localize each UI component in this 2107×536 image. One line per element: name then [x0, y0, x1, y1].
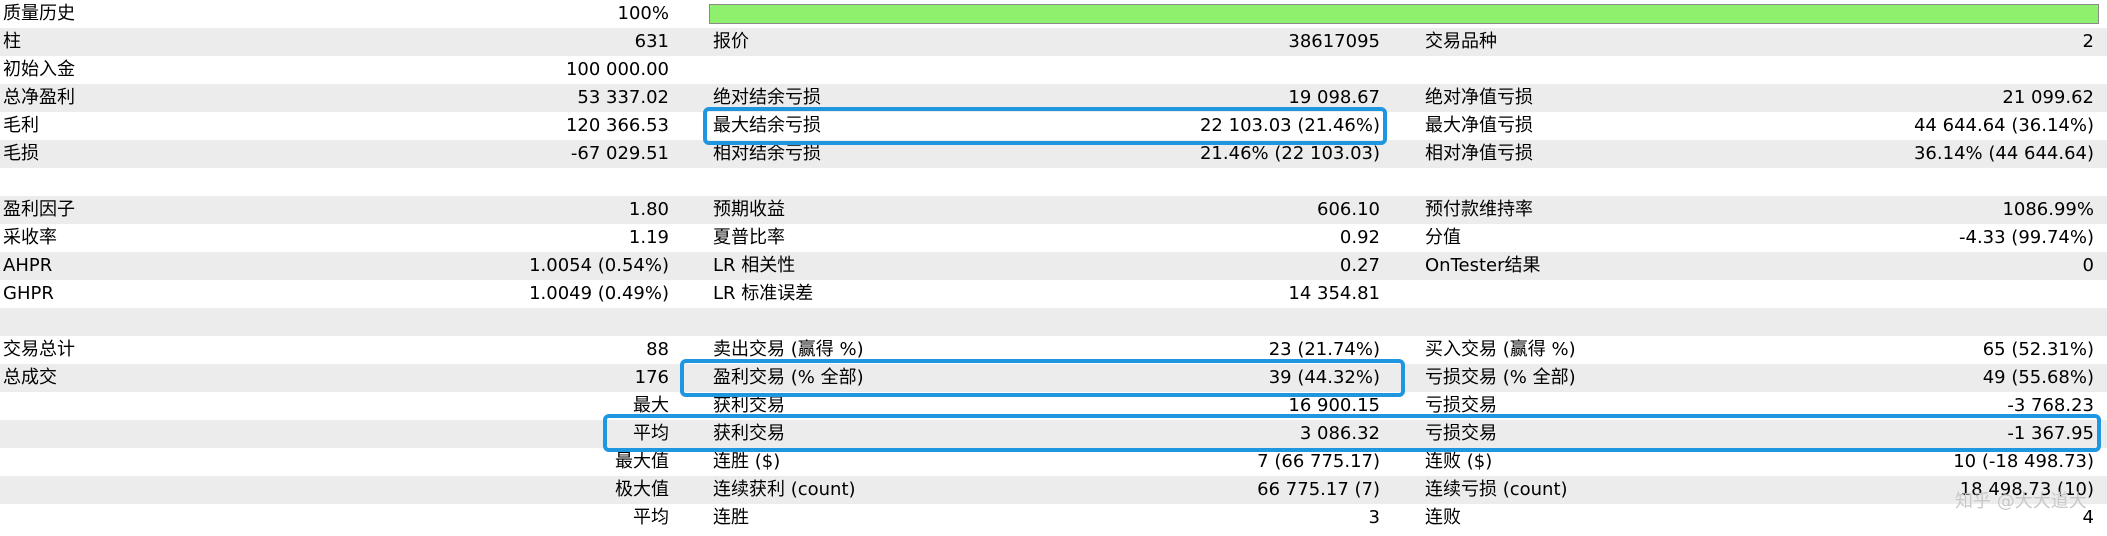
row-profit-factor: 盈利因子 1.80 预期收益 606.10 预付款维持率 1086.99% [0, 196, 2107, 224]
quality-progress-bar [709, 4, 2099, 24]
lr-std-error-label: LR 标准误差 [713, 283, 814, 304]
row-recovery-factor: 采收率 1.19 夏普比率 0.92 分值 -4.33 (99.74%) [0, 224, 2107, 252]
sharpe-ratio-label: 夏普比率 [713, 227, 785, 248]
average-consecutive-wins-label: 连胜 [713, 507, 749, 528]
row-gross-profit: 毛利 120 366.53 最大结余亏损 22 103.03 (21.46%) … [0, 112, 2107, 140]
net-profit-label: 总净盈利 [3, 87, 75, 108]
largest-profit-trade-value: 16 900.15 [1288, 395, 1380, 416]
lr-correlation-value: 0.27 [1339, 255, 1380, 276]
profit-factor-label: 盈利因子 [3, 199, 75, 220]
sharpe-ratio-value: 0.92 [1339, 227, 1380, 248]
maximal-consecutive-profit-value: 66 775.17 (7) [1257, 479, 1380, 500]
initial-deposit-label: 初始入金 [3, 59, 75, 80]
largest-label: 最大 [633, 395, 669, 416]
max-consecutive-wins-value: 7 (66 775.17) [1257, 451, 1380, 472]
watermark: 知乎 @大大道大 [1955, 491, 2087, 512]
gross-loss-value: -67 029.51 [570, 143, 669, 164]
ahpr-label: AHPR [3, 255, 53, 276]
balance-drawdown-rel-label: 相对结余亏损 [713, 143, 821, 164]
row-spacer [0, 168, 2107, 196]
bars-label: 柱 [3, 31, 21, 52]
gross-profit-value: 120 366.53 [565, 115, 669, 136]
loss-trades-value: 49 (55.68%) [1982, 367, 2094, 388]
row-net-profit: 总净盈利 53 337.02 绝对结余亏损 19 098.67 绝对净值亏损 2… [0, 84, 2107, 112]
row-bars: 柱 631 报价 38617095 交易品种 2 [0, 28, 2107, 56]
long-trades-value: 65 (52.31%) [1982, 339, 2094, 360]
balance-drawdown-rel-value: 21.46% (22 103.03) [1199, 143, 1380, 164]
total-deals-label: 总成交 [3, 367, 57, 388]
lr-correlation-label: LR 相关性 [713, 255, 796, 276]
average-profit-trade-value: 3 086.32 [1299, 423, 1380, 444]
average-consecutive-label: 平均 [633, 507, 669, 528]
gross-loss-label: 毛损 [3, 143, 39, 164]
total-deals-value: 176 [634, 367, 669, 388]
row-maximum: 最大值 连胜 ($) 7 (66 775.17) 连败 ($) 10 (-18 … [0, 448, 2107, 476]
row-total-trades: 交易总计 88 卖出交易 (赢得 %) 23 (21.74%) 买入交易 (赢得… [0, 336, 2107, 364]
balance-drawdown-abs-value: 19 098.67 [1288, 87, 1380, 108]
quality-history-label: 质量历史 [3, 3, 75, 24]
maximum-label: 最大值 [615, 451, 669, 472]
equity-drawdown-rel-value: 36.14% (44 644.64) [1913, 143, 2094, 164]
row-average-consecutive: 平均 连胜 3 连败 4 [0, 504, 2107, 532]
ahpr-value: 1.0054 (0.54%) [529, 255, 669, 276]
ghpr-value: 1.0049 (0.49%) [529, 283, 669, 304]
symbols-value: 2 [2082, 31, 2094, 52]
initial-deposit-value: 100 000.00 [565, 59, 669, 80]
row-maximal: 极大值 连续获利 (count) 66 775.17 (7) 连续亏损 (cou… [0, 476, 2107, 504]
profit-factor-value: 1.80 [628, 199, 669, 220]
profit-trades-label: 盈利交易 (% 全部) [713, 367, 864, 388]
row-quality-history: 质量历史 100% [0, 0, 2107, 28]
maximal-consecutive-profit-label: 连续获利 (count) [713, 479, 856, 500]
row-gross-loss: 毛损 -67 029.51 相对结余亏损 21.46% (22 103.03) … [0, 140, 2107, 168]
balance-drawdown-max-label: 最大结余亏损 [713, 115, 821, 136]
equity-drawdown-abs-value: 21 099.62 [2002, 87, 2094, 108]
expected-payoff-value: 606.10 [1317, 199, 1380, 220]
quality-progress-fill [710, 5, 2098, 23]
gross-profit-label: 毛利 [3, 115, 39, 136]
row-ahpr: AHPR 1.0054 (0.54%) LR 相关性 0.27 OnTester… [0, 252, 2107, 280]
largest-profit-trade-label: 获利交易 [713, 395, 785, 416]
total-trades-label: 交易总计 [3, 339, 75, 360]
recovery-factor-value: 1.19 [628, 227, 669, 248]
expected-payoff-label: 预期收益 [713, 199, 785, 220]
recovery-factor-label: 采收率 [3, 227, 57, 248]
short-trades-label: 卖出交易 (赢得 %) [713, 339, 864, 360]
net-profit-value: 53 337.02 [577, 87, 669, 108]
ghpr-label: GHPR [3, 283, 54, 304]
backtest-report-table: 质量历史 100% 柱 631 报价 38617095 交易品种 2 初始入金 … [0, 0, 2107, 536]
ticks-value: 38617095 [1288, 31, 1380, 52]
z-score-value: -4.33 (99.74%) [1959, 227, 2094, 248]
max-consecutive-wins-label: 连胜 ($) [713, 451, 781, 472]
average-label: 平均 [633, 423, 669, 444]
average-consecutive-wins-value: 3 [1368, 507, 1380, 528]
average-profit-trade-label: 获利交易 [713, 423, 785, 444]
equity-drawdown-max-value: 44 644.64 (36.14%) [1913, 115, 2094, 136]
total-trades-value: 88 [646, 339, 669, 360]
row-initial-deposit: 初始入金 100 000.00 [0, 56, 2107, 84]
balance-drawdown-max-value: 22 103.03 (21.46%) [1199, 115, 1380, 136]
row-average: 平均 获利交易 3 086.32 亏损交易 -1 367.95 [0, 420, 2107, 448]
row-ghpr: GHPR 1.0049 (0.49%) LR 标准误差 14 354.81 [0, 280, 2107, 308]
margin-level-value: 1086.99% [2002, 199, 2094, 220]
balance-drawdown-abs-label: 绝对结余亏损 [713, 87, 821, 108]
max-consecutive-losses-value: 10 (-18 498.73) [1953, 451, 2094, 472]
lr-std-error-value: 14 354.81 [1288, 283, 1380, 304]
row-total-deals: 总成交 176 盈利交易 (% 全部) 39 (44.32%) 亏损交易 (% … [0, 364, 2107, 392]
quality-history-value: 100% [617, 3, 669, 24]
maximal-label: 极大值 [615, 479, 669, 500]
bars-value: 631 [634, 31, 669, 52]
profit-trades-value: 39 (44.32%) [1268, 367, 1380, 388]
ticks-label: 报价 [713, 31, 749, 52]
average-loss-trade-value: -1 367.95 [2007, 423, 2094, 444]
ontester-result-value: 0 [2082, 255, 2094, 276]
largest-loss-trade-value: -3 768.23 [2007, 395, 2094, 416]
row-spacer [0, 308, 2107, 336]
short-trades-value: 23 (21.74%) [1268, 339, 1380, 360]
row-largest: 最大 获利交易 16 900.15 亏损交易 -3 768.23 [0, 392, 2107, 420]
